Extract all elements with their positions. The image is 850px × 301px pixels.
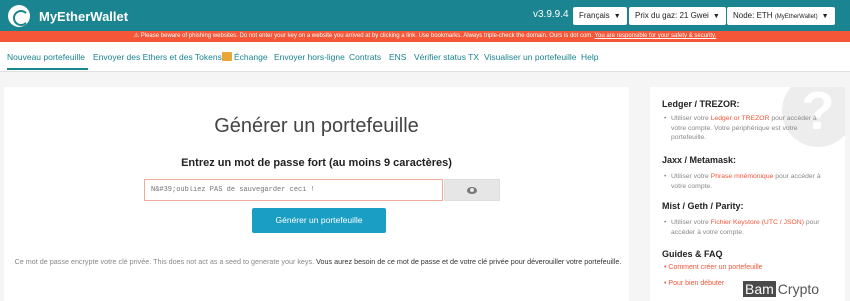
phishing-warning-bar: ⚠ Please beware of phishing websites. Do…: [0, 31, 850, 42]
swap-icon: [222, 52, 232, 61]
keystore-link[interactable]: Fichier Keystore (UTC / JSON): [711, 219, 804, 226]
bullet-icon: •: [664, 219, 667, 226]
nav-tab-send[interactable]: Envoyer des Ethers et des Tokens: [93, 52, 222, 62]
jaxx-description: • Utiliser votre Phrase mnémonique pour …: [664, 172, 824, 191]
watermark-logo: Bam Crypto: [743, 281, 822, 298]
eye-icon: [467, 186, 477, 194]
generate-wallet-panel: Générer un portefeuille Entrez un mot de…: [4, 87, 629, 301]
generate-wallet-button[interactable]: Générer un portefeuille: [252, 208, 386, 233]
guide-getting-started-link[interactable]: • Pour bien débuter: [664, 280, 724, 287]
guide-getting-started-label: Pour bien débuter: [668, 280, 725, 287]
mnemonic-link[interactable]: Phrase mnémonique: [711, 173, 774, 180]
active-tab-indicator: [7, 68, 88, 70]
main-nav: Nouveau portefeuille Envoyer des Ethers …: [0, 42, 850, 72]
nav-tab-ens[interactable]: ENS: [389, 52, 406, 62]
page-title: Générer un portefeuille: [214, 115, 419, 137]
guide-create-wallet-link[interactable]: • Comment créer un portefeuille: [664, 264, 763, 271]
ledger-pre: Utiliser votre: [671, 115, 709, 122]
app-name: MyEtherWallet: [39, 8, 129, 24]
chevron-down-icon: ▼: [821, 13, 829, 20]
watermark-part-b: Crypto: [775, 281, 822, 297]
nav-tab-offline[interactable]: Envoyer hors-ligne: [274, 52, 345, 62]
nav-tab-help[interactable]: Help: [581, 52, 598, 62]
nav-tab-contracts[interactable]: Contrats: [349, 52, 381, 62]
gas-price-value: Prix du gaz: 21 Gwei: [635, 11, 709, 20]
node-value: Node: ETH: [733, 11, 773, 20]
password-input[interactable]: [144, 179, 443, 201]
ledger-description: • Utiliser votre Ledger or TREZOR pour a…: [664, 114, 824, 143]
mist-pre: Utiliser votre: [671, 219, 709, 226]
password-note-emphasis: Vous aurez besoin de ce mot de passe et …: [316, 257, 622, 266]
app-logo[interactable]: MyEtherWallet: [8, 5, 128, 27]
nav-tab-view-wallet[interactable]: Visualiser un portefeuille: [484, 52, 576, 62]
mist-heading: Mist / Geth / Parity:: [662, 201, 744, 211]
nav-tab-swap[interactable]: Échange: [222, 52, 268, 62]
ledger-trezor-link[interactable]: Ledger or TREZOR: [711, 115, 770, 122]
app-header: MyEtherWallet v3.9.9.4 Français ▼ Prix du…: [0, 0, 850, 31]
language-value: Français: [579, 11, 610, 20]
warning-text: ⚠ Please beware of phishing websites. Do…: [133, 33, 593, 39]
myetherwallet-logo-icon: [8, 5, 30, 27]
access-sidebar: ? Ledger / TREZOR: • Utiliser votre Ledg…: [650, 87, 845, 301]
language-dropdown[interactable]: Français ▼: [573, 7, 627, 25]
mist-description: • Utiliser votre Fichier Keystore (UTC /…: [664, 218, 824, 237]
warning-link[interactable]: You are responsible for your safety & se…: [595, 33, 717, 39]
jaxx-heading: Jaxx / Metamask:: [662, 155, 737, 165]
password-note: Ce mot de passe encrypte votre clé privé…: [12, 256, 624, 268]
show-password-button[interactable]: [444, 179, 500, 201]
chevron-down-icon: ▼: [613, 13, 621, 20]
chevron-down-icon: ▼: [712, 13, 720, 20]
password-note-text: Ce mot de passe encrypte votre clé privé…: [14, 257, 315, 266]
node-provider: (MyEtherWallet): [774, 14, 818, 20]
ledger-heading: Ledger / TREZOR:: [662, 99, 740, 109]
nav-tab-swap-label: Échange: [234, 52, 268, 62]
guides-heading: Guides & FAQ: [662, 249, 723, 259]
jaxx-pre: Utiliser votre: [671, 173, 709, 180]
version-label: v3.9.9.4: [533, 9, 569, 20]
bullet-icon: •: [664, 173, 667, 180]
nav-tab-new-wallet[interactable]: Nouveau portefeuille: [7, 52, 85, 62]
bullet-icon: •: [664, 115, 667, 122]
password-label: Entrez un mot de passe fort (au moins 9 …: [181, 157, 452, 169]
watermark-part-a: Bam: [743, 281, 776, 297]
gas-price-dropdown[interactable]: Prix du gaz: 21 Gwei ▼: [629, 7, 726, 25]
node-dropdown[interactable]: Node: ETH (MyEtherWallet) ▼: [727, 7, 835, 25]
guide-create-wallet-label: Comment créer un portefeuille: [668, 264, 763, 271]
nav-tab-tx-status[interactable]: Vérifier status TX: [414, 52, 479, 62]
